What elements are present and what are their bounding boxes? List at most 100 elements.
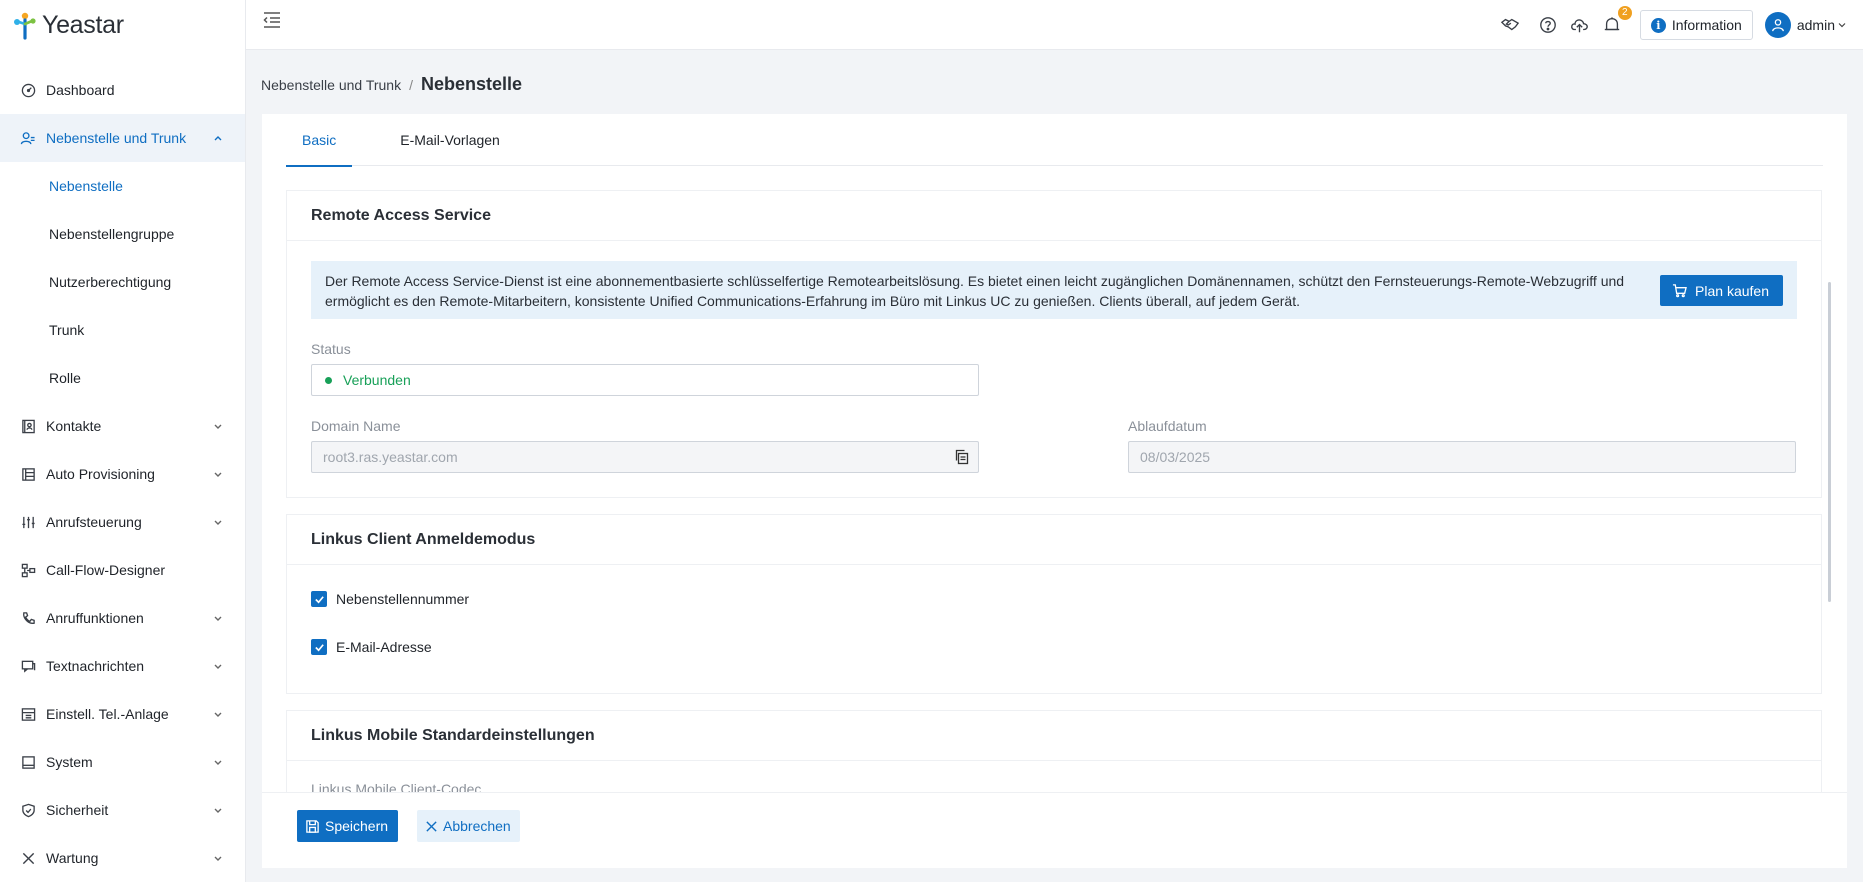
breadcrumb-parent-link[interactable]: Nebenstelle und Trunk <box>261 77 401 93</box>
sidebar-subitem-extension-group[interactable]: Nebenstellengruppe <box>0 210 245 258</box>
notification-badge: 2 <box>1617 6 1632 20</box>
remote-access-title: Remote Access Service <box>287 191 1821 241</box>
chevron-down-icon <box>214 424 222 429</box>
extension-number-label: Nebenstellennummer <box>336 591 470 607</box>
remote-access-card: Remote Access Service Der Remote Access … <box>286 190 1822 498</box>
extension-number-checkbox[interactable] <box>311 591 327 607</box>
chevron-down-icon <box>214 760 222 765</box>
header-actions: 2 i Information admin <box>1488 0 1847 50</box>
expiry-value: 08/03/2025 <box>1140 449 1211 465</box>
chevron-down-icon <box>214 664 222 669</box>
tools-icon <box>20 850 36 866</box>
linkus-mobile-title: Linkus Mobile Standardeinstellungen <box>287 711 1821 761</box>
sidebar-item-label: System <box>46 754 93 770</box>
status-value: Verbunden <box>343 372 411 388</box>
sidebar-item-system[interactable]: System <box>0 738 245 786</box>
tab-basic[interactable]: Basic <box>286 114 353 167</box>
user-menu[interactable]: admin <box>1764 12 1847 38</box>
sidebar-item-pbx-settings[interactable]: Einstell. Tel.-Anlage <box>0 690 245 738</box>
page-title: Nebenstelle <box>420 74 523 94</box>
close-icon <box>426 820 437 832</box>
dashboard-icon <box>20 82 36 98</box>
save-label: Speichern <box>325 818 389 834</box>
remote-access-body: Der Remote Access Service-Dienst ist ein… <box>287 241 1821 497</box>
expiry-label: Ablaufdatum <box>1128 418 1207 434</box>
copy-icon[interactable] <box>954 449 970 465</box>
sidebar-item-label: Einstell. Tel.-Anlage <box>46 706 169 722</box>
yeastar-logo-icon <box>14 12 36 40</box>
linkus-login-body: Nebenstellennummer E-Mail-Adresse <box>287 565 1821 693</box>
checkmark-icon <box>314 643 324 651</box>
sidebar-subitem-trunk[interactable]: Trunk <box>0 306 245 354</box>
breadcrumb-separator: / <box>409 77 413 93</box>
user-name: admin <box>1796 17 1835 33</box>
sidebar-item-extension-trunk[interactable]: Nebenstelle und Trunk <box>0 114 245 162</box>
sidebar-item-security[interactable]: Sicherheit <box>0 786 245 834</box>
domain-label: Domain Name <box>311 418 401 434</box>
top-header: 2 i Information admin <box>246 0 1863 50</box>
status-field: Verbunden <box>311 364 979 396</box>
help-icon[interactable] <box>1538 15 1558 35</box>
sidebar-item-label: Textnachrichten <box>46 658 145 674</box>
linkus-login-card: Linkus Client Anmeldemodus Nebenstellenn… <box>286 514 1822 694</box>
notification-bell-icon[interactable]: 2 <box>1602 6 1632 35</box>
chevron-down-icon <box>214 712 222 717</box>
sidebar-item-call-features[interactable]: Anruffunktionen <box>0 594 245 642</box>
status-label: Status <box>311 341 351 357</box>
status-indicator <box>325 376 332 384</box>
content-scrollbar[interactable] <box>1828 282 1831 602</box>
sidebar-item-maintenance[interactable]: Wartung <box>0 834 245 882</box>
login-option-email[interactable]: E-Mail-Adresse <box>311 637 1797 657</box>
chevron-down-icon <box>214 472 222 477</box>
codec-label: Linkus Mobile Client-Codec <box>311 781 482 792</box>
sidebar-subitem-user-permission[interactable]: Nutzerberechtigung <box>0 258 245 306</box>
handshake-icon[interactable] <box>1500 15 1520 35</box>
cart-icon <box>1672 284 1687 298</box>
form-footer: Speichern Abbrechen <box>262 792 1847 868</box>
sidebar-item-label: Sicherheit <box>46 802 109 818</box>
sidebar-item-call-flow-designer[interactable]: Call-Flow-Designer <box>0 546 245 594</box>
chevron-down-icon <box>214 520 222 525</box>
login-option-extension-number[interactable]: Nebenstellennummer <box>311 589 1797 609</box>
tab-bar: Basic E-Mail-Vorlagen <box>286 114 1823 167</box>
collapse-menu-icon[interactable] <box>262 10 282 30</box>
sidebar-item-messages[interactable]: Textnachrichten <box>0 642 245 690</box>
cloud-upload-icon[interactable] <box>1570 15 1590 35</box>
tab-email-templates[interactable]: E-Mail-Vorlagen <box>384 114 516 166</box>
flow-icon <box>20 562 36 578</box>
sidebar-item-label: Call-Flow-Designer <box>46 562 166 578</box>
sidebar-item-contacts[interactable]: Kontakte <box>0 402 245 450</box>
information-button[interactable]: i Information <box>1639 10 1753 40</box>
settings-scroll-area: Remote Access Service Der Remote Access … <box>286 190 1822 792</box>
user-group-icon <box>20 130 36 146</box>
buy-plan-button[interactable]: Plan kaufen <box>1660 275 1783 306</box>
logo-text: Yeastar <box>42 10 124 39</box>
sidebar-item-label: Nebenstelle und Trunk <box>46 130 187 146</box>
sliders-icon <box>20 514 36 530</box>
sidebar-subitem-role[interactable]: Rolle <box>0 354 245 402</box>
chevron-down-icon <box>214 616 222 621</box>
sidebar-item-label: Auto Provisioning <box>46 466 155 482</box>
info-icon: i <box>1650 17 1666 33</box>
sidebar-item-label: Anrufsteuerung <box>46 514 142 530</box>
avatar <box>1764 12 1791 38</box>
pbx-settings-icon <box>20 706 36 722</box>
sidebar-item-label: Wartung <box>46 850 99 866</box>
shield-icon <box>20 802 36 818</box>
domain-field[interactable]: root3.ras.yeastar.com <box>311 441 979 473</box>
logo[interactable]: Yeastar <box>0 0 245 50</box>
linkus-mobile-body: Linkus Mobile Client-Codec <box>287 781 1821 792</box>
email-checkbox[interactable] <box>311 639 327 655</box>
domain-expiry-row: Domain Name root3.ras.yeastar.com Ablauf… <box>311 396 1797 473</box>
save-button[interactable]: Speichern <box>297 810 399 842</box>
sidebar-subitem-extension[interactable]: Nebenstelle <box>0 162 245 210</box>
sidebar-item-label: Kontakte <box>46 418 102 434</box>
breadcrumb: Nebenstelle und Trunk / Nebenstelle <box>261 74 522 95</box>
sidebar-item-call-control[interactable]: Anrufsteuerung <box>0 498 245 546</box>
sidebar-item-dashboard[interactable]: Dashboard <box>0 66 245 114</box>
sidebar-item-auto-provisioning[interactable]: Auto Provisioning <box>0 450 245 498</box>
notice-text: Der Remote Access Service-Dienst ist ein… <box>325 273 1625 309</box>
linkus-login-title: Linkus Client Anmeldemodus <box>287 515 1821 565</box>
buy-plan-label: Plan kaufen <box>1695 282 1769 299</box>
cancel-button[interactable]: Abbrechen <box>417 810 520 842</box>
